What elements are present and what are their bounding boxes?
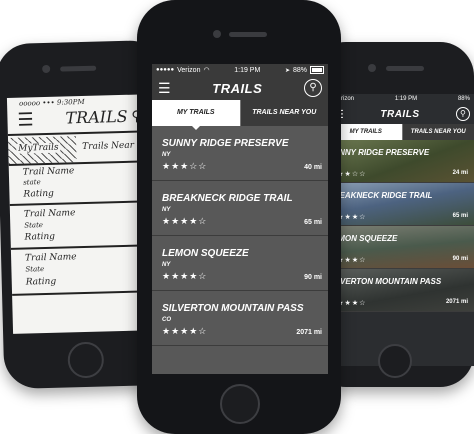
trail-distance: 65 mi [304,219,322,226]
battery-icon [310,66,324,74]
signal-icon: ●●●●● [156,67,175,73]
trail-name: BREAKNECK RIDGE TRAIL [330,191,433,200]
sketch-row-name: Trail Name [25,252,77,264]
sketch-row-rating: Rating [23,188,54,200]
speaker [229,32,267,37]
trail-name: SILVERTON MOUNTAIN PASS [162,303,304,314]
trail-state: NY [162,262,171,268]
carrier-label: Verizon [177,66,201,74]
trail-row[interactable]: BREAKNECK RIDGE TRAIL NY ★★★★☆ 65 mi [152,181,328,236]
sketch-tab-my-label: MyTrails [16,142,61,154]
sketch-row-state: state [23,178,41,187]
trail-state: NY [162,152,171,158]
trail-rating: ★★★☆☆ [162,161,208,171]
main-screen: ●●●●● Verizon ◠ 1:19 PM ➤ 88% ☰ TRAILS ⚲… [152,64,328,374]
tab-bar: MY TRAILS TRAILS NEAR YOU [330,124,474,144]
trail-distance: 2071 mi [445,299,468,305]
trail-distance: 90 mi [304,274,322,281]
search-icon[interactable]: ⚲ [455,107,470,121]
trail-row[interactable]: LEMON SQUEEZE ★★★★☆ 90 mi [330,226,474,269]
trail-row[interactable]: LEMON SQUEEZE NY ★★★★☆ 90 mi [152,236,328,291]
main-phone: ●●●●● Verizon ◠ 1:19 PM ➤ 88% ☰ TRAILS ⚲… [137,0,341,434]
sketch-row-state: State [25,265,45,274]
trail-row[interactable]: SUNNY RIDGE PRESERVE NY ★★★☆☆ 40 mi [152,126,328,181]
sketch-menu-icon: ☰ [17,109,34,131]
nav-title: TRAILS [212,80,263,96]
tab-bar: MY TRAILS TRAILS NEAR YOU [152,100,328,130]
status-bar: ●●●●● Verizon ◠ 1:19 PM ➤ 88% [152,64,328,76]
trail-name: LEMON SQUEEZE [162,248,249,259]
status-bar: Verizon 1:19 PM 88% [330,94,474,104]
sketch-tab-my: MyTrails [7,136,77,164]
time-label: 1:19 PM [394,96,418,102]
trail-name: BREAKNECK RIDGE TRAIL [162,193,293,204]
nav-title: TRAILS [380,108,420,120]
battery-label: 88% [292,66,307,74]
tab-trails-near-you[interactable]: TRAILS NEAR YOU [239,100,328,126]
front-camera [42,64,51,74]
trail-rating: ★★★★☆ [162,271,208,281]
sketch-row-name: Trail Name [23,208,76,220]
photo-screen: Verizon 1:19 PM 88% ☰ TRAILS ⚲ MY TRAILS… [330,94,474,366]
trail-row[interactable]: BREAKNECK RIDGE TRAIL ★★★★☆ 65 mi [330,183,474,226]
trail-distance: 24 mi [452,170,468,176]
sketch-divider [7,130,158,136]
home-button [220,384,260,424]
sketch-title: TRAILS [65,106,128,128]
speaker [60,65,97,72]
sketch-status: ooooo ••• 9:30PM [18,97,85,108]
battery-label: 88% [457,96,470,102]
home-button [67,341,105,379]
sketch-row-rating: Rating [25,276,57,288]
front-camera [368,64,376,72]
menu-icon[interactable]: ☰ [158,81,171,95]
trail-state: NY [162,207,171,213]
sketch-row-name: Trail Name [22,166,75,178]
sketch-row-rating: Rating [24,231,56,243]
tab-trails-near-you[interactable]: TRAILS NEAR YOU [401,124,474,140]
trail-name: SUNNY RIDGE PRESERVE [330,148,430,157]
front-camera [213,30,221,38]
tab-my-trails[interactable]: MY TRAILS [152,100,240,130]
sketch-row-state: State [24,221,44,230]
wifi-icon: ◠ [203,67,210,74]
search-icon[interactable]: ⚲ [303,79,322,97]
trail-name: SILVERTON MOUNTAIN PASS [330,277,442,286]
trail-row[interactable]: SILVERTON MOUNTAIN PASS ★★★★☆ 2071 mi [330,269,474,312]
time-label: 1:19 PM [234,66,261,74]
trail-distance: 2071 mi [296,329,322,336]
trail-row[interactable]: SUNNY RIDGE PRESERVE ★★★☆☆ 24 mi [330,140,474,183]
home-button [378,344,412,378]
trail-distance: 90 mi [452,256,468,262]
trail-rating: ★★★★☆ [162,216,208,226]
nav-bar: ☰ TRAILS ⚲ [330,104,474,124]
trail-distance: 65 mi [452,213,468,219]
trail-rating: ★★★★☆ [162,326,208,336]
trail-name: SUNNY RIDGE PRESERVE [162,138,289,149]
trail-distance: 40 mi [304,164,322,171]
nav-bar: ☰ TRAILS ⚲ [152,76,328,100]
speaker [386,66,424,71]
trail-row[interactable]: SILVERTON MOUNTAIN PASS CO ★★★★☆ 2071 mi [152,291,328,346]
trail-state: CO [162,317,171,323]
location-icon: ➤ [284,67,290,74]
